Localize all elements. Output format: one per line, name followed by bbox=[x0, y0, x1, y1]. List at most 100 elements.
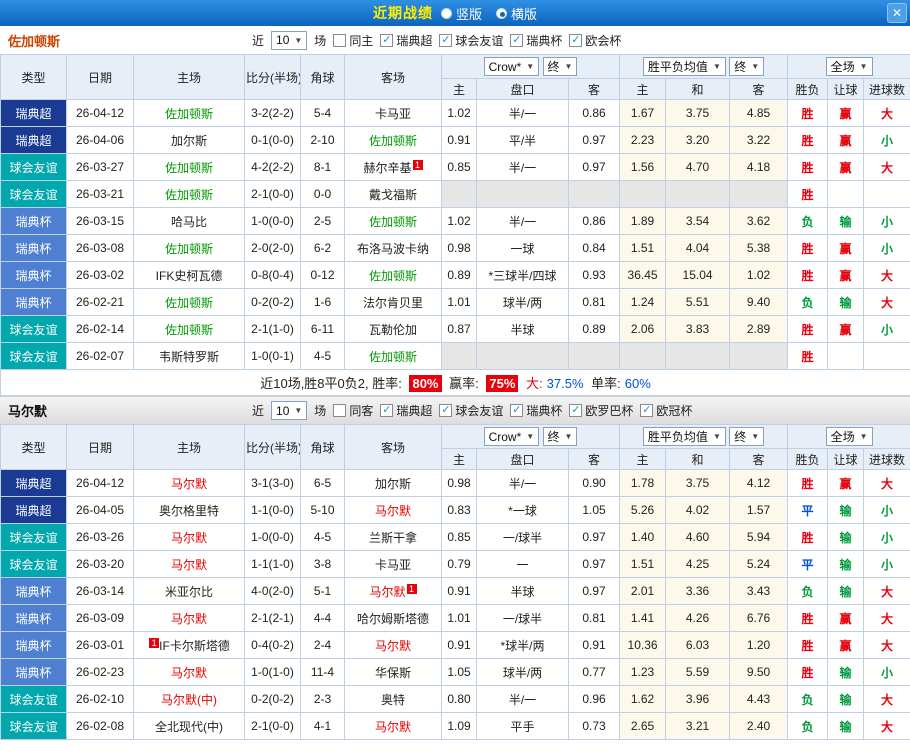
away-team[interactable]: 瓦勒伦加 bbox=[369, 323, 417, 337]
avg-source-select[interactable]: 胜平负均值 ▼ bbox=[642, 57, 726, 76]
result-outcome: 平 bbox=[787, 496, 829, 524]
odds-final-select[interactable]: 终 ▼ bbox=[542, 427, 578, 446]
away-team[interactable]: 法尔肯贝里 bbox=[363, 296, 423, 310]
home-team[interactable]: IF卡尔斯塔德 bbox=[159, 639, 230, 653]
match-score: 2-0(2-0) bbox=[244, 234, 301, 262]
away-team[interactable]: 佐加顿斯 bbox=[369, 215, 417, 229]
home-team-cell: 马尔默(中) bbox=[133, 685, 245, 713]
odds-source-select[interactable]: Crow* ▼ bbox=[483, 427, 540, 446]
col-header-corner: 角球 bbox=[300, 424, 345, 470]
away-team-cell: 马尔默 bbox=[344, 712, 442, 740]
home-team[interactable]: IFK史柯瓦德 bbox=[156, 269, 223, 283]
home-team[interactable]: 米亚尔比 bbox=[165, 585, 213, 599]
away-team[interactable]: 马尔默 bbox=[369, 585, 405, 599]
corner-score: 8-1 bbox=[300, 153, 345, 181]
home-team[interactable]: 马尔默 bbox=[171, 531, 207, 545]
chevron-down-icon: ▼ bbox=[564, 62, 573, 71]
odds-home: 1.01 bbox=[441, 288, 477, 316]
home-team-cell: 马尔默 bbox=[133, 658, 245, 686]
odds-handicap: 平/半 bbox=[476, 126, 569, 154]
league-type-badge: 瑞典杯 bbox=[0, 604, 67, 632]
avg-home-odds: 1.23 bbox=[619, 658, 667, 686]
match-count-select[interactable]: 10 ▼ bbox=[271, 401, 308, 420]
avg-source-select[interactable]: 胜平负均值 ▼ bbox=[642, 427, 726, 446]
home-team[interactable]: 哈马比 bbox=[171, 215, 207, 229]
corner-score: 4-5 bbox=[300, 342, 345, 370]
league-filter[interactable]: ✓ 欧冠杯 bbox=[640, 402, 692, 419]
odds-away bbox=[567, 342, 621, 370]
home-team[interactable]: 佐加顿斯 bbox=[165, 161, 213, 175]
corner-score: 5-1 bbox=[300, 577, 345, 605]
radio-off-icon bbox=[440, 7, 452, 19]
home-team[interactable]: 佐加顿斯 bbox=[165, 188, 213, 202]
away-team[interactable]: 马尔默 bbox=[375, 720, 411, 734]
same-venue-filter[interactable]: 同客 bbox=[333, 402, 373, 419]
away-team[interactable]: 佐加顿斯 bbox=[369, 134, 417, 148]
match-count-select[interactable]: 10 ▼ bbox=[271, 30, 308, 50]
odds-final-value: 终 bbox=[547, 60, 560, 74]
away-team[interactable]: 哈尔姆斯塔德 bbox=[357, 612, 429, 626]
league-filter[interactable]: ✓ 球会友谊 bbox=[439, 32, 503, 49]
home-team[interactable]: 奥尔格里特 bbox=[159, 504, 219, 518]
away-team[interactable]: 赫尔辛基 bbox=[363, 161, 411, 175]
fulltime-select[interactable]: 全场 ▼ bbox=[825, 427, 873, 446]
league-filter[interactable]: ✓ 欧罗巴杯 bbox=[569, 402, 633, 419]
away-team[interactable]: 奥特 bbox=[381, 693, 405, 707]
avg-draw-odds: 5.51 bbox=[665, 288, 731, 316]
home-team[interactable]: 加尔斯 bbox=[171, 134, 207, 148]
league-filter[interactable]: ✓ 欧会杯 bbox=[569, 32, 621, 49]
home-team[interactable]: 马尔默 bbox=[171, 612, 207, 626]
odds-handicap: 一/球半 bbox=[476, 604, 569, 632]
away-team[interactable]: 戴戈福斯 bbox=[369, 188, 417, 202]
match-score: 2-1(1-0) bbox=[244, 315, 301, 343]
home-team[interactable]: 马尔默 bbox=[171, 477, 207, 491]
match-date: 26-03-26 bbox=[66, 523, 134, 551]
avg-away-odds: 5.94 bbox=[729, 523, 789, 551]
result-handicap: 输 bbox=[827, 577, 865, 605]
odds-source-select[interactable]: Crow* ▼ bbox=[483, 57, 540, 76]
home-team[interactable]: 佐加顿斯 bbox=[165, 107, 213, 121]
home-team[interactable]: 全北现代(中) bbox=[155, 720, 223, 734]
home-team[interactable]: 马尔默(中) bbox=[161, 693, 217, 707]
home-team[interactable]: 马尔默 bbox=[171, 666, 207, 680]
away-team[interactable]: 马尔默 bbox=[375, 639, 411, 653]
odd-rate-label: 单率: bbox=[591, 376, 621, 391]
away-team[interactable]: 加尔斯 bbox=[375, 477, 411, 491]
home-team[interactable]: 马尔默 bbox=[171, 558, 207, 572]
odds-handicap: *一球 bbox=[476, 496, 569, 524]
result-goals: 大 bbox=[863, 577, 910, 605]
away-team[interactable]: 佐加顿斯 bbox=[369, 269, 417, 283]
away-team[interactable]: 华保斯 bbox=[375, 666, 411, 680]
avg-final-select[interactable]: 终 ▼ bbox=[729, 57, 765, 76]
league-filter[interactable]: ✓ 瑞典超 bbox=[380, 402, 432, 419]
league-type-badge: 球会友谊 bbox=[0, 685, 67, 713]
away-team[interactable]: 佐加顿斯 bbox=[369, 350, 417, 364]
away-team[interactable]: 兰斯干拿 bbox=[369, 531, 417, 545]
home-team[interactable]: 佐加顿斯 bbox=[165, 242, 213, 256]
odds-final-select[interactable]: 终 ▼ bbox=[542, 57, 578, 76]
away-team[interactable]: 马尔默 bbox=[375, 504, 411, 518]
chevron-down-icon: ▼ bbox=[564, 432, 573, 441]
league-filter[interactable]: ✓ 瑞典超 bbox=[380, 32, 432, 49]
layout-option-horizontal[interactable]: 横版 bbox=[496, 4, 537, 23]
home-team[interactable]: 佐加顿斯 bbox=[165, 296, 213, 310]
away-team-cell: 佐加顿斯 bbox=[344, 261, 442, 289]
away-team[interactable]: 卡马亚 bbox=[375, 558, 411, 572]
layout-option-vertical[interactable]: 竖版 bbox=[440, 4, 482, 23]
avg-final-select[interactable]: 终 ▼ bbox=[729, 427, 765, 446]
close-button[interactable]: ✕ bbox=[887, 3, 907, 23]
league-filter[interactable]: ✓ 瑞典杯 bbox=[510, 402, 562, 419]
same-venue-filter[interactable]: 同主 bbox=[333, 32, 373, 49]
league-filter[interactable]: ✓ 球会友谊 bbox=[439, 402, 503, 419]
home-team[interactable]: 佐加顿斯 bbox=[165, 323, 213, 337]
result-outcome: 胜 bbox=[787, 261, 829, 289]
away-team[interactable]: 布洛马波卡纳 bbox=[357, 242, 429, 256]
avg-draw-odds: 3.36 bbox=[665, 577, 731, 605]
odds-handicap: 半/一 bbox=[476, 153, 569, 181]
away-team[interactable]: 卡马亚 bbox=[375, 107, 411, 121]
result-handicap bbox=[827, 342, 865, 370]
home-team[interactable]: 韦斯特罗斯 bbox=[159, 350, 219, 364]
fulltime-select[interactable]: 全场 ▼ bbox=[825, 57, 873, 76]
col-avg-home: 主 bbox=[619, 78, 667, 100]
league-filter[interactable]: ✓ 瑞典杯 bbox=[510, 32, 562, 49]
